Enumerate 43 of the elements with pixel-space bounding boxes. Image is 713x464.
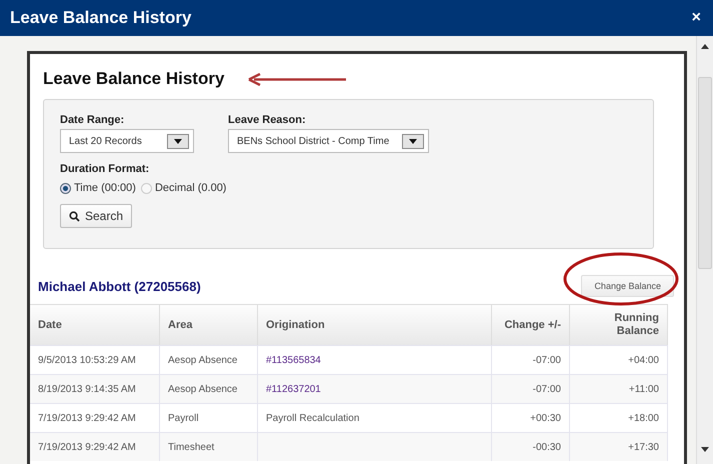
- column-header: Date: [30, 304, 160, 345]
- close-button[interactable]: ×: [690, 9, 703, 27]
- table-cell: Payroll: [160, 403, 258, 432]
- table-cell: Aesop Absence: [160, 374, 258, 403]
- change-balance-button[interactable]: Change Balance: [581, 275, 674, 297]
- scroll-down-icon[interactable]: [701, 447, 709, 452]
- scrollbar[interactable]: [696, 36, 713, 464]
- table-cell: +04:00: [570, 345, 668, 374]
- column-header: Origination: [258, 304, 492, 345]
- table-cell: 9/5/2013 10:53:29 AM: [30, 345, 160, 374]
- date-range-select[interactable]: Last 20 Records: [60, 129, 194, 153]
- radio-option[interactable]: Time (00:00): [60, 182, 136, 194]
- panel-title: Leave Balance History: [43, 68, 224, 90]
- caret-icon: [402, 134, 424, 148]
- field-label: Date Range:: [60, 114, 126, 126]
- table-cell: -00:30: [492, 432, 570, 461]
- employee-name: Michael Abbott (27205568): [38, 278, 201, 294]
- table-cell: +18:00: [570, 403, 668, 432]
- column-header: Area: [160, 304, 258, 345]
- origination-link[interactable]: #112637201: [258, 374, 492, 403]
- field-label: Duration Format:: [60, 163, 150, 175]
- table-cell: +17:30: [570, 432, 668, 461]
- table-cell: Payroll Recalculation: [258, 403, 492, 432]
- leave-reason-select[interactable]: BENs School District - Comp Time: [228, 129, 429, 153]
- column-header: Change +/-: [492, 304, 570, 345]
- field-label: Leave Reason:: [228, 114, 307, 126]
- scroll-up-icon[interactable]: [701, 44, 709, 49]
- table-cell: Timesheet: [160, 432, 258, 461]
- table-cell: Aesop Absence: [160, 345, 258, 374]
- search-button[interactable]: Search: [60, 204, 132, 228]
- table-cell: 8/19/2013 9:14:35 AM: [30, 374, 160, 403]
- table-cell: +00:30: [492, 403, 570, 432]
- window-title: Leave Balance History: [10, 8, 192, 28]
- table-cell: -07:00: [492, 374, 570, 403]
- table-cell: +11:00: [570, 374, 668, 403]
- table-cell: -07:00: [492, 345, 570, 374]
- table-cell: 7/19/2013 9:29:42 AM: [30, 403, 160, 432]
- radio-option[interactable]: Decimal (0.00): [140, 182, 226, 194]
- table-cell: 7/19/2013 9:29:42 AM: [30, 432, 160, 461]
- search-icon: [69, 210, 80, 222]
- origination-link[interactable]: #113565834: [258, 345, 492, 374]
- column-header: Running Balance: [570, 304, 668, 345]
- caret-icon: [167, 134, 189, 148]
